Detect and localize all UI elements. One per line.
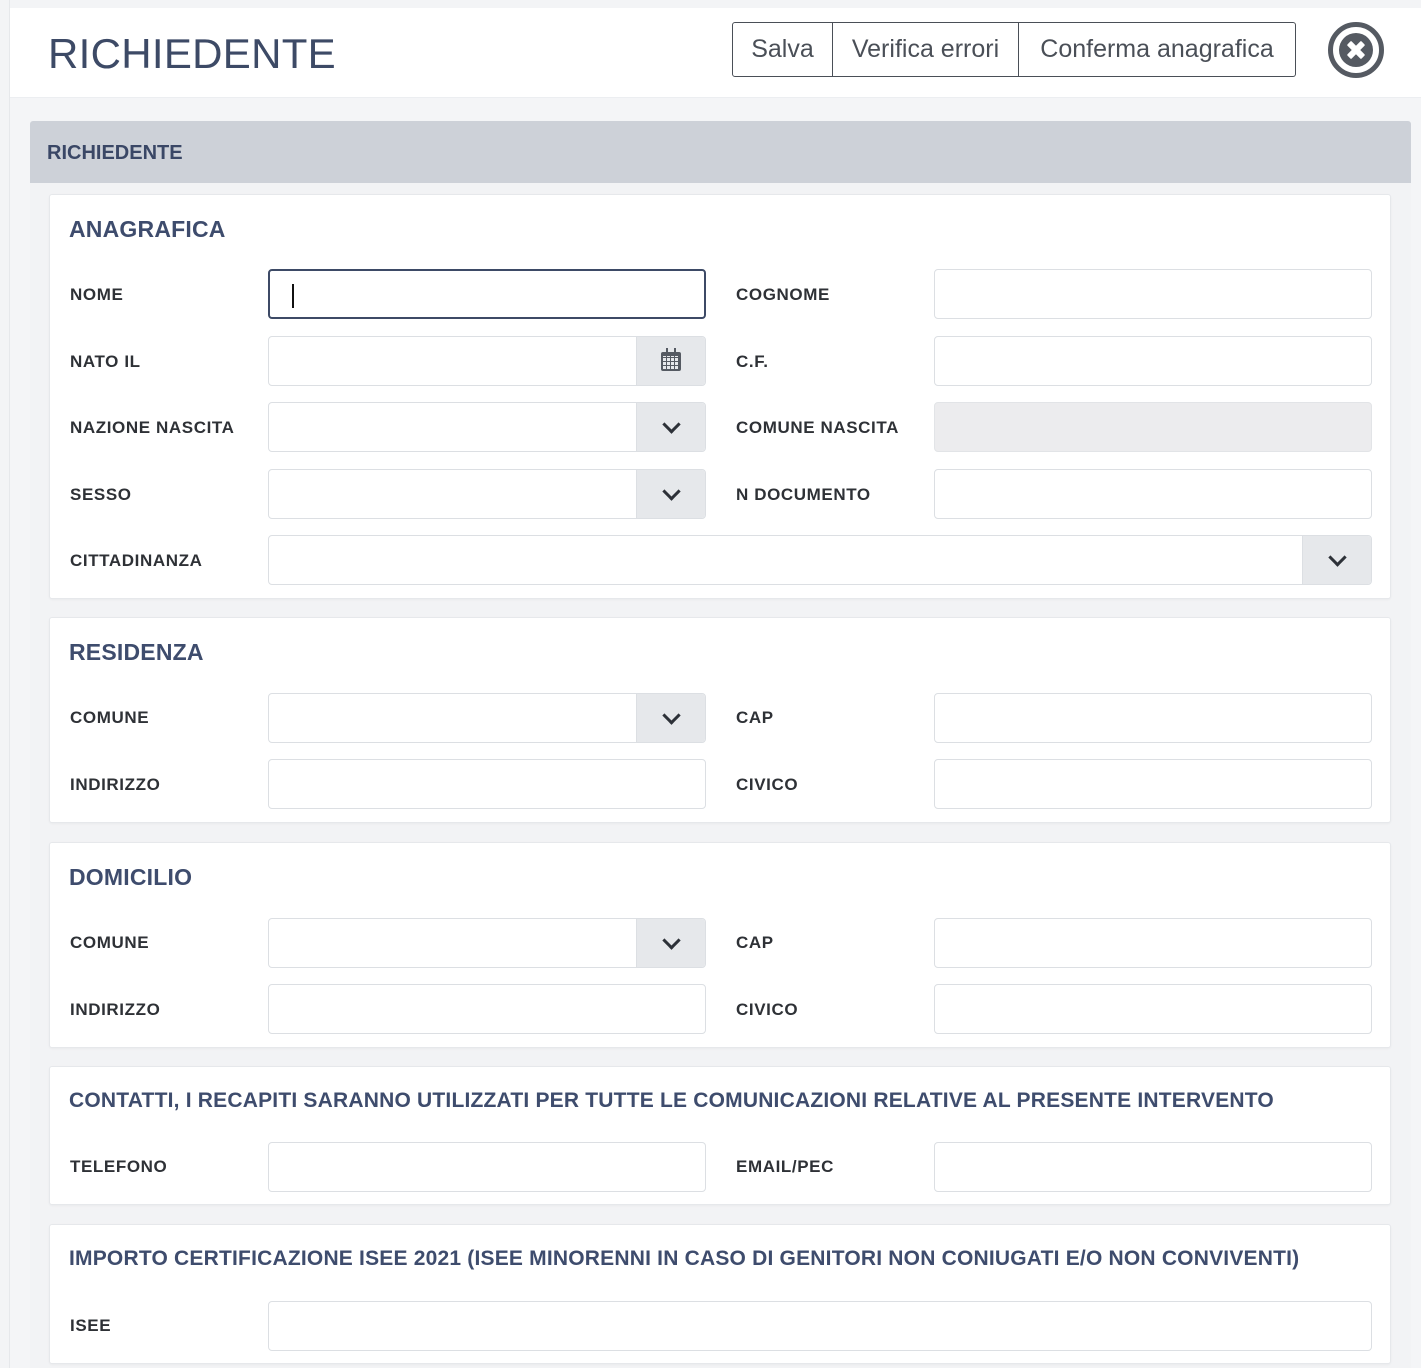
chevron-down-icon	[661, 930, 681, 950]
label-cognome: COGNOME	[736, 285, 830, 304]
close-circle-icon	[1339, 33, 1373, 67]
domicile-civic-number-input[interactable]	[934, 984, 1372, 1034]
label-nome: NOME	[70, 285, 124, 304]
label-residenza-cap: CAP	[736, 708, 774, 727]
check-errors-button[interactable]: Verifica errori	[833, 22, 1019, 77]
calendar-button[interactable]	[636, 337, 705, 385]
label-comune-nascita: COMUNE NASCITA	[736, 418, 899, 437]
section-title: RICHIEDENTE	[47, 142, 183, 164]
card-anagrafica: ANAGRAFICA NOME COGNOME NATO IL C.F. NAZ…	[49, 194, 1391, 599]
label-domicilio-cap: CAP	[736, 933, 774, 952]
domicile-municipality-select[interactable]	[268, 918, 706, 968]
residence-address-input[interactable]	[268, 759, 706, 809]
label-domicilio-indirizzo: INDIRIZZO	[70, 1000, 161, 1019]
card-domicilio: DOMICILIO COMUNE CAP INDIRIZZO CIVICO	[49, 842, 1391, 1048]
label-cf: C.F.	[736, 352, 769, 371]
label-nazione-nascita: NAZIONE NASCITA	[70, 418, 235, 437]
label-email: EMAIL/PEC	[736, 1157, 834, 1176]
sex-select[interactable]	[268, 469, 706, 519]
email-pec-input[interactable]	[934, 1142, 1372, 1192]
action-button-group: Salva Verifica errori Conferma anagrafic…	[732, 22, 1296, 77]
citizenship-select[interactable]	[268, 535, 1372, 585]
dropdown-toggle[interactable]	[636, 694, 705, 742]
domicile-cap-input[interactable]	[934, 918, 1372, 968]
label-residenza-comune: COMUNE	[70, 708, 150, 727]
dropdown-toggle[interactable]	[636, 919, 705, 967]
dropdown-toggle[interactable]	[1302, 536, 1371, 584]
document-number-input[interactable]	[934, 469, 1372, 519]
cognome-input[interactable]	[934, 269, 1372, 319]
card-residenza: RESIDENZA COMUNE CAP INDIRIZZO CIVICO	[49, 617, 1391, 823]
isee-input[interactable]	[268, 1301, 1372, 1351]
card-contatti: CONTATTI, I RECAPITI SARANNO UTILIZZATI …	[49, 1066, 1391, 1205]
page-title: RICHIEDENTE	[48, 30, 336, 77]
label-sesso: SESSO	[70, 485, 132, 504]
page-header: RICHIEDENTE Salva Verifica errori Confer…	[10, 8, 1421, 98]
label-residenza-civico: CIVICO	[736, 775, 799, 794]
chevron-down-icon	[661, 414, 681, 434]
window-top-edge	[10, 0, 1421, 8]
domicile-address-input[interactable]	[268, 984, 706, 1034]
dropdown-toggle[interactable]	[636, 403, 705, 451]
label-domicilio-civico: CIVICO	[736, 1000, 799, 1019]
residence-civic-number-input[interactable]	[934, 759, 1372, 809]
label-isee: ISEE	[70, 1316, 112, 1335]
dropdown-toggle[interactable]	[636, 470, 705, 518]
save-button[interactable]: Salva	[732, 22, 833, 77]
chevron-down-icon	[661, 705, 681, 725]
birth-country-select[interactable]	[268, 402, 706, 452]
chevron-down-icon	[1327, 547, 1347, 567]
confirm-registry-button[interactable]: Conferma anagrafica	[1019, 22, 1296, 77]
card-isee: IMPORTO CERTIFICAZIONE ISEE 2021 (ISEE M…	[49, 1224, 1391, 1364]
birth-municipality-input	[934, 402, 1372, 452]
residence-cap-input[interactable]	[934, 693, 1372, 743]
card-title-isee: IMPORTO CERTIFICAZIONE ISEE 2021 (ISEE M…	[69, 1247, 1300, 1270]
label-nato-il: NATO IL	[70, 352, 141, 371]
card-title-contatti: CONTATTI, I RECAPITI SARANNO UTILIZZATI …	[69, 1089, 1274, 1112]
card-title-domicilio: DOMICILIO	[69, 864, 193, 890]
calendar-icon	[661, 347, 681, 371]
nome-input[interactable]	[268, 269, 706, 319]
birth-date-input[interactable]	[268, 336, 706, 386]
chevron-down-icon	[661, 481, 681, 501]
residence-municipality-select[interactable]	[268, 693, 706, 743]
phone-input[interactable]	[268, 1142, 706, 1192]
text-cursor	[292, 284, 294, 308]
label-telefono: TELEFONO	[70, 1157, 168, 1176]
label-cittadinanza: CITTADINANZA	[70, 551, 203, 570]
window-left-edge	[0, 0, 10, 1368]
fiscal-code-input[interactable]	[934, 336, 1372, 386]
close-button[interactable]	[1328, 22, 1384, 78]
label-n-documento: N DOCUMENTO	[736, 485, 871, 504]
label-domicilio-comune: COMUNE	[70, 933, 150, 952]
section-header: RICHIEDENTE	[30, 121, 1411, 183]
label-residenza-indirizzo: INDIRIZZO	[70, 775, 161, 794]
card-title-anagrafica: ANAGRAFICA	[69, 216, 226, 242]
card-title-residenza: RESIDENZA	[69, 639, 204, 665]
